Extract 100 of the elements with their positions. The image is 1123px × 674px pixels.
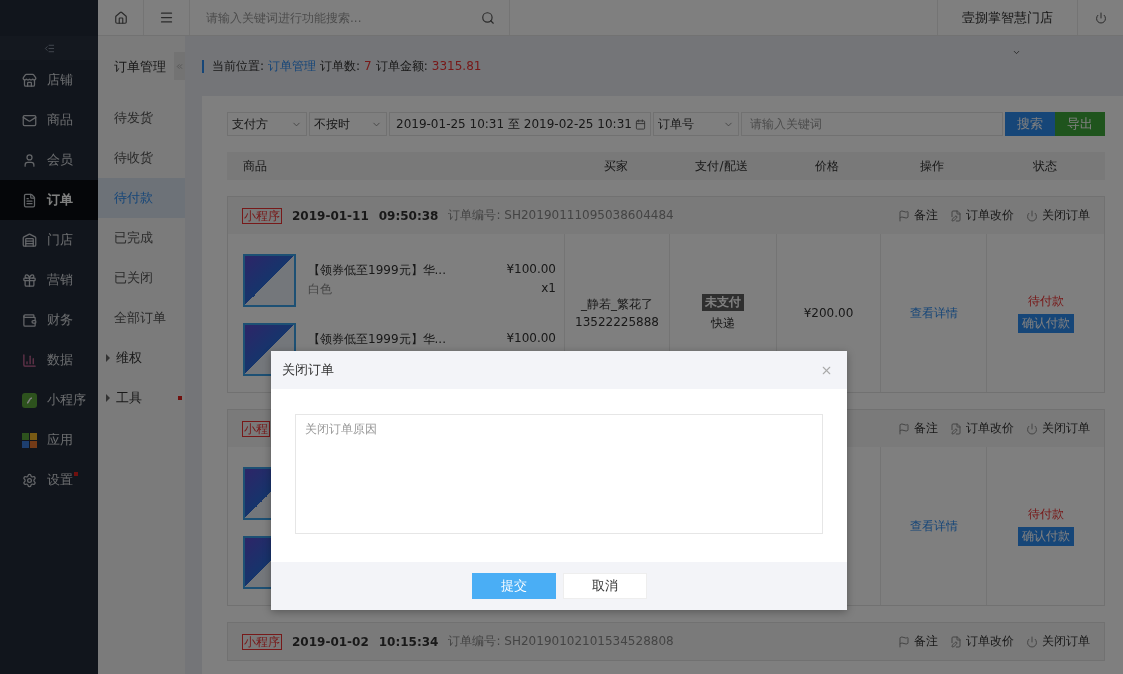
sidebar-item[interactable]: 小程序 — [0, 380, 98, 420]
bar-chart-icon — [22, 352, 37, 368]
double-chevron-icon[interactable] — [175, 61, 184, 71]
sidebar-item[interactable]: 设置 — [0, 460, 98, 500]
order-action[interactable]: 关闭订单 — [1026, 420, 1090, 437]
order-action[interactable]: 备注 — [898, 633, 938, 650]
flag-icon[interactable] — [898, 422, 910, 435]
product-photo — [243, 254, 296, 307]
power-icon[interactable] — [1094, 11, 1107, 24]
view-details-link[interactable]: 查看详情 — [909, 517, 958, 535]
subnav-item[interactable]: 已完成 — [98, 218, 185, 258]
subnav-item[interactable]: 待发货 — [98, 98, 185, 138]
menu-collapse-icon[interactable] — [43, 42, 55, 54]
home-icon[interactable] — [113, 10, 128, 25]
order-total: ¥200.00 — [803, 306, 854, 320]
product-price: ¥100.00 — [506, 262, 556, 278]
dialog-title: 关闭订单 — [282, 361, 334, 380]
order-action[interactable]: 关闭订单 — [1026, 207, 1090, 224]
sidebar-item[interactable]: 店铺 — [0, 60, 98, 100]
order-time: 09:50:38 — [378, 208, 439, 223]
subnav-item[interactable]: 全部订单 — [98, 298, 185, 338]
power-icon[interactable] — [1026, 209, 1038, 222]
date-range-field[interactable]: 2019-01-25 10:31 至 2019-02-25 10:31 — [389, 112, 651, 136]
column-header: 买家 — [602, 157, 629, 175]
column-header: 操作 — [919, 157, 945, 175]
order-count: 7 — [364, 59, 372, 73]
order-amount: 3315.81 — [431, 59, 482, 73]
order-action[interactable]: 关闭订单 — [1026, 633, 1090, 650]
mini-program-tag: 小程序 — [242, 207, 282, 224]
order-time: 10:15:34 — [378, 634, 439, 649]
confirm-payment-button[interactable]: 确认付款 — [1017, 527, 1074, 546]
sidebar-item[interactable]: 应用 — [0, 420, 98, 460]
flag-icon[interactable] — [898, 209, 910, 222]
shop-icon — [22, 72, 37, 88]
cancel-button[interactable]: 取消 — [562, 573, 647, 600]
breadcrumb-label: 当前位置: — [212, 57, 265, 75]
field-select[interactable]: 订单号 — [653, 112, 739, 136]
buyer-phone: 13522225888 — [575, 314, 659, 329]
menu-icon[interactable] — [159, 10, 174, 25]
triangle-icon — [106, 394, 110, 402]
sidebar-item[interactable]: 营销 — [0, 260, 98, 300]
submit-button[interactable]: 提交 — [471, 573, 556, 600]
order-action[interactable]: 备注 — [898, 207, 938, 224]
sidebar-item[interactable]: 订单 — [0, 180, 98, 220]
flag-icon[interactable] — [898, 635, 910, 648]
column-header: 支付/配送 — [694, 157, 749, 175]
subnav-group[interactable]: 工具 — [98, 378, 185, 418]
envelope-icon — [22, 112, 37, 128]
sidebar-item[interactable]: 数据 — [0, 340, 98, 380]
sidebar-item[interactable]: 商品 — [0, 100, 98, 140]
settings-icon — [22, 472, 37, 488]
column-header: 价格 — [814, 157, 840, 175]
order-status: 待付款 — [1027, 506, 1064, 523]
triangle-icon — [106, 354, 110, 362]
confirm-payment-button[interactable]: 确认付款 — [1017, 314, 1074, 333]
subnav-item[interactable]: 待付款 — [98, 178, 185, 218]
product-name[interactable]: 【领券低至1999元】华... — [308, 331, 507, 348]
search-icon[interactable] — [481, 10, 495, 25]
apps-grid-icon — [22, 432, 37, 448]
order-amount-label: 订单金额: — [375, 57, 428, 75]
column-header: 状态 — [1032, 157, 1058, 175]
document-icon — [22, 192, 37, 208]
search-button[interactable]: 搜索 — [1005, 112, 1055, 136]
store-icon — [22, 232, 37, 248]
order-date: 2019-01-02 — [292, 634, 369, 649]
gift-icon — [22, 272, 37, 288]
breadcrumb-link[interactable]: 订单管理 — [268, 57, 317, 75]
power-icon[interactable] — [1026, 422, 1038, 435]
edit-icon[interactable] — [950, 422, 962, 435]
order-action[interactable]: 订单改价 — [950, 207, 1014, 224]
export-button[interactable]: 导出 — [1055, 112, 1105, 136]
order-date: 2019-01-11 — [292, 208, 369, 223]
payment-status: 未支付 — [702, 294, 744, 311]
edit-icon[interactable] — [950, 635, 962, 648]
edit-icon[interactable] — [950, 209, 962, 222]
subnav-item[interactable]: 已关闭 — [98, 258, 185, 298]
caret-icon[interactable] — [1012, 48, 1021, 57]
time-select[interactable]: 不按时 — [309, 112, 387, 136]
power-icon[interactable] — [1026, 635, 1038, 648]
collapse-tab[interactable] — [174, 52, 185, 80]
subnav-item[interactable]: 待收货 — [98, 138, 185, 178]
mini-program-tag: 小程 — [242, 420, 270, 437]
product-quantity: x1 — [540, 281, 556, 297]
order-action[interactable]: 订单改价 — [950, 633, 1014, 650]
subnav-group[interactable]: 维权 — [98, 338, 185, 378]
sidebar-item[interactable]: 财务 — [0, 300, 98, 340]
view-details-link[interactable]: 查看详情 — [909, 304, 958, 322]
product-name[interactable]: 【领券低至1999元】华... — [308, 262, 507, 279]
payment-select[interactable]: 支付方 — [227, 112, 307, 136]
delivery-method: 快递 — [711, 315, 735, 332]
order-action[interactable]: 备注 — [898, 420, 938, 437]
mini-program-icon — [22, 392, 37, 408]
sidebar-item[interactable]: 门店 — [0, 220, 98, 260]
calendar-icon[interactable] — [635, 118, 646, 130]
order-action[interactable]: 订单改价 — [950, 420, 1014, 437]
reason-input[interactable]: 关闭订单原因 — [295, 414, 823, 535]
sidebar-item[interactable]: 会员 — [0, 140, 98, 180]
column-header: 商品 — [242, 157, 268, 175]
store-name[interactable]: 壹捌掌智慧门店 — [937, 0, 1077, 35]
buyer-name: _静若_繁花了 — [580, 297, 654, 311]
